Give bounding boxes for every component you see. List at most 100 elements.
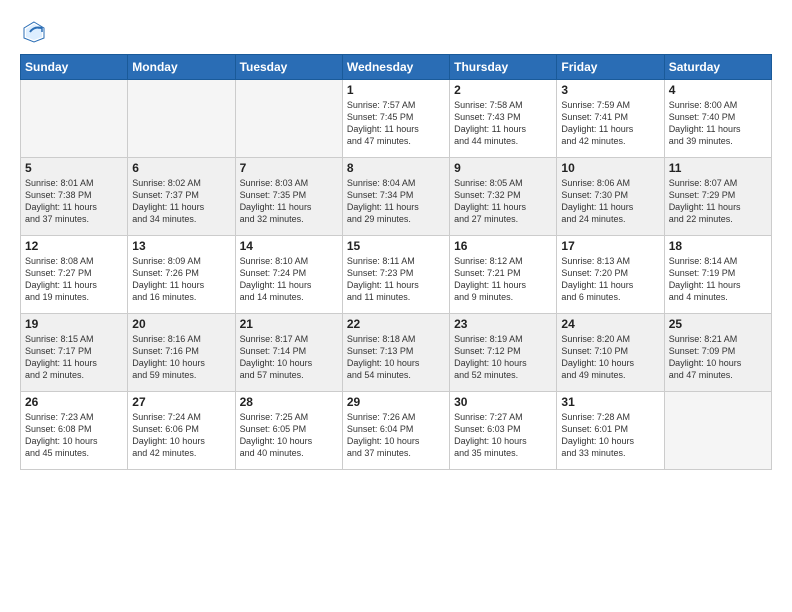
day-info: Sunrise: 8:18 AM Sunset: 7:13 PM Dayligh… [347,333,445,382]
weekday-header-thursday: Thursday [450,55,557,80]
day-info: Sunrise: 7:23 AM Sunset: 6:08 PM Dayligh… [25,411,123,460]
day-number: 16 [454,239,552,253]
day-number: 19 [25,317,123,331]
day-info: Sunrise: 8:04 AM Sunset: 7:34 PM Dayligh… [347,177,445,226]
calendar-cell: 27Sunrise: 7:24 AM Sunset: 6:06 PM Dayli… [128,392,235,470]
day-info: Sunrise: 8:13 AM Sunset: 7:20 PM Dayligh… [561,255,659,304]
calendar-cell: 1 Sunrise: 7:57 AM Sunset: 7:45 PM Daylig… [342,80,449,158]
day-number: 22 [347,317,445,331]
calendar-table: SundayMondayTuesdayWednesdayThursdayFrid… [20,54,772,470]
calendar-cell: 23 Sunrise: 8:19 AM Sunset: 7:12 PM Dayli… [450,314,557,392]
calendar-cell: 16 Sunrise: 8:12 AM Sunset: 7:21 PM Dayli… [450,236,557,314]
calendar-cell: 29Sunrise: 7:26 AM Sunset: 6:04 PM Dayli… [342,392,449,470]
day-info: Sunrise: 8:05 AM Sunset: 7:32 PM Dayligh… [454,177,552,226]
day-info: Sunrise: 8:10 AM Sunset: 7:24 PM Dayligh… [240,255,338,304]
day-info: Sunrise: 8:19 AM Sunset: 7:12 PM Dayligh… [454,333,552,382]
header [20,18,772,46]
day-number: 24 [561,317,659,331]
day-number: 9 [454,161,552,175]
calendar-cell [128,80,235,158]
calendar-cell [664,392,771,470]
calendar-cell: 5Sunrise: 8:01 AM Sunset: 7:38 PM Daylig… [21,158,128,236]
day-number: 11 [669,161,767,175]
page: SundayMondayTuesdayWednesdayThursdayFrid… [0,0,792,612]
calendar-cell: 30Sunrise: 7:27 AM Sunset: 6:03 PM Dayli… [450,392,557,470]
calendar-cell: 15 Sunrise: 8:11 AM Sunset: 7:23 PM Dayli… [342,236,449,314]
day-info: Sunrise: 8:07 AM Sunset: 7:29 PM Dayligh… [669,177,767,226]
day-info: Sunrise: 8:11 AM Sunset: 7:23 PM Dayligh… [347,255,445,304]
day-info: Sunrise: 8:08 AM Sunset: 7:27 PM Dayligh… [25,255,123,304]
calendar-cell: 28Sunrise: 7:25 AM Sunset: 6:05 PM Dayli… [235,392,342,470]
day-info: Sunrise: 7:59 AM Sunset: 7:41 PM Dayligh… [561,99,659,148]
calendar-cell: 3 Sunrise: 7:59 AM Sunset: 7:41 PM Daylig… [557,80,664,158]
day-info: Sunrise: 8:15 AM Sunset: 7:17 PM Dayligh… [25,333,123,382]
day-number: 21 [240,317,338,331]
calendar-cell: 8 Sunrise: 8:04 AM Sunset: 7:34 PM Daylig… [342,158,449,236]
day-number: 7 [240,161,338,175]
calendar-week-row: 5Sunrise: 8:01 AM Sunset: 7:38 PM Daylig… [21,158,772,236]
weekday-header-row: SundayMondayTuesdayWednesdayThursdayFrid… [21,55,772,80]
day-info: Sunrise: 8:09 AM Sunset: 7:26 PM Dayligh… [132,255,230,304]
calendar-cell: 26 Sunrise: 7:23 AM Sunset: 6:08 PM Dayli… [21,392,128,470]
calendar-cell: 19 Sunrise: 8:15 AM Sunset: 7:17 PM Dayli… [21,314,128,392]
day-info: Sunrise: 7:58 AM Sunset: 7:43 PM Dayligh… [454,99,552,148]
day-number: 23 [454,317,552,331]
day-number: 12 [25,239,123,253]
day-number: 1 [347,83,445,97]
weekday-header-wednesday: Wednesday [342,55,449,80]
day-info: Sunrise: 8:12 AM Sunset: 7:21 PM Dayligh… [454,255,552,304]
calendar-week-row: 19 Sunrise: 8:15 AM Sunset: 7:17 PM Dayli… [21,314,772,392]
calendar-week-row: 12 Sunrise: 8:08 AM Sunset: 7:27 PM Dayli… [21,236,772,314]
calendar-cell: 10 Sunrise: 8:06 AM Sunset: 7:30 PM Dayli… [557,158,664,236]
calendar-week-row: 26 Sunrise: 7:23 AM Sunset: 6:08 PM Dayli… [21,392,772,470]
day-info: Sunrise: 8:03 AM Sunset: 7:35 PM Dayligh… [240,177,338,226]
day-info: Sunrise: 7:57 AM Sunset: 7:45 PM Dayligh… [347,99,445,148]
calendar-cell: 9 Sunrise: 8:05 AM Sunset: 7:32 PM Daylig… [450,158,557,236]
calendar-cell: 7 Sunrise: 8:03 AM Sunset: 7:35 PM Daylig… [235,158,342,236]
calendar-cell: 20 Sunrise: 8:16 AM Sunset: 7:16 PM Dayli… [128,314,235,392]
day-number: 31 [561,395,659,409]
calendar-cell: 24 Sunrise: 8:20 AM Sunset: 7:10 PM Dayli… [557,314,664,392]
day-number: 18 [669,239,767,253]
day-number: 28 [240,395,338,409]
day-number: 14 [240,239,338,253]
day-number: 2 [454,83,552,97]
calendar-cell [21,80,128,158]
day-number: 5 [25,161,123,175]
calendar-week-row: 1 Sunrise: 7:57 AM Sunset: 7:45 PM Daylig… [21,80,772,158]
day-number: 3 [561,83,659,97]
day-number: 26 [25,395,123,409]
calendar-cell: 18Sunrise: 8:14 AM Sunset: 7:19 PM Dayli… [664,236,771,314]
day-info: Sunrise: 8:20 AM Sunset: 7:10 PM Dayligh… [561,333,659,382]
weekday-header-tuesday: Tuesday [235,55,342,80]
day-info: Sunrise: 8:21 AM Sunset: 7:09 PM Dayligh… [669,333,767,382]
day-number: 17 [561,239,659,253]
day-number: 8 [347,161,445,175]
day-number: 10 [561,161,659,175]
weekday-header-monday: Monday [128,55,235,80]
weekday-header-sunday: Sunday [21,55,128,80]
day-number: 20 [132,317,230,331]
weekday-header-saturday: Saturday [664,55,771,80]
calendar-cell: 13 Sunrise: 8:09 AM Sunset: 7:26 PM Dayli… [128,236,235,314]
calendar-cell: 31 Sunrise: 7:28 AM Sunset: 6:01 PM Dayli… [557,392,664,470]
logo-icon [20,18,48,46]
day-number: 25 [669,317,767,331]
day-number: 13 [132,239,230,253]
calendar-cell: 6Sunrise: 8:02 AM Sunset: 7:37 PM Daylig… [128,158,235,236]
logo [20,18,52,46]
day-number: 29 [347,395,445,409]
day-info: Sunrise: 8:06 AM Sunset: 7:30 PM Dayligh… [561,177,659,226]
day-number: 4 [669,83,767,97]
day-info: Sunrise: 7:28 AM Sunset: 6:01 PM Dayligh… [561,411,659,460]
calendar-cell: 4 Sunrise: 8:00 AM Sunset: 7:40 PM Daylig… [664,80,771,158]
calendar-cell: 2 Sunrise: 7:58 AM Sunset: 7:43 PM Daylig… [450,80,557,158]
day-number: 30 [454,395,552,409]
calendar-cell: 11 Sunrise: 8:07 AM Sunset: 7:29 PM Dayli… [664,158,771,236]
day-number: 15 [347,239,445,253]
calendar-cell: 17 Sunrise: 8:13 AM Sunset: 7:20 PM Dayli… [557,236,664,314]
day-info: Sunrise: 8:16 AM Sunset: 7:16 PM Dayligh… [132,333,230,382]
day-info: Sunrise: 8:00 AM Sunset: 7:40 PM Dayligh… [669,99,767,148]
calendar-cell: 12 Sunrise: 8:08 AM Sunset: 7:27 PM Dayli… [21,236,128,314]
calendar-cell: 22 Sunrise: 8:18 AM Sunset: 7:13 PM Dayli… [342,314,449,392]
